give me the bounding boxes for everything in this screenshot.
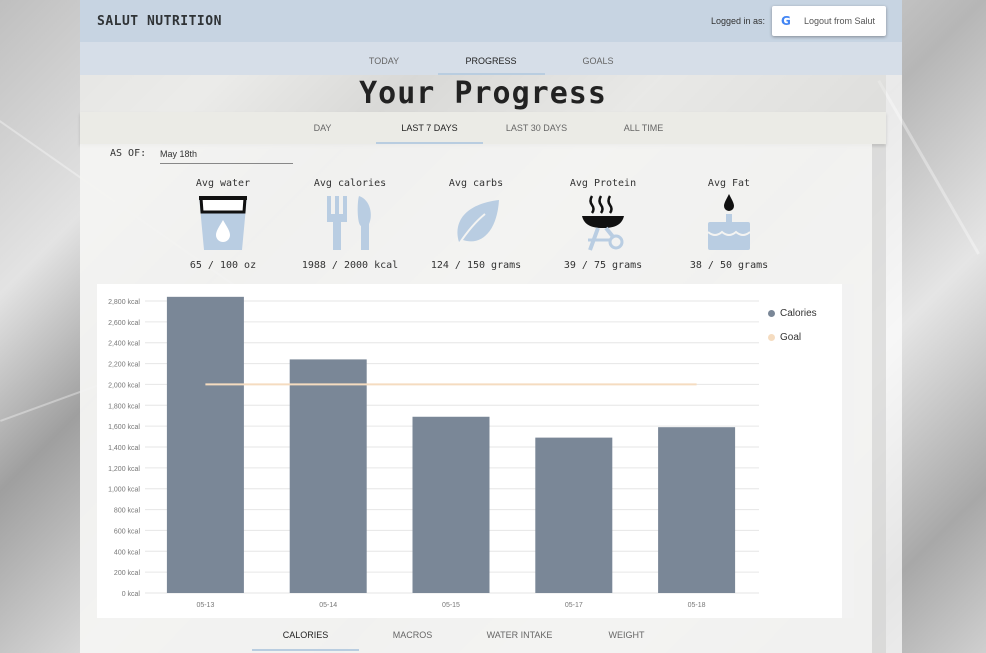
bar-05-17 bbox=[535, 437, 613, 593]
tab-weight[interactable]: WEIGHT bbox=[573, 622, 680, 653]
x-tick-label: 05-13 bbox=[196, 602, 214, 609]
bar-05-14 bbox=[289, 359, 367, 593]
chart-legend: Calories Goal bbox=[768, 308, 817, 356]
y-tick-label: 2,400 kcal bbox=[108, 341, 140, 348]
stat-value: 39 / 75 grams bbox=[563, 260, 643, 271]
tab-macros[interactable]: MACROS bbox=[359, 622, 466, 653]
bar-05-15 bbox=[412, 416, 490, 593]
stat-value: 65 / 100 oz bbox=[189, 260, 257, 271]
y-tick-label: 1,400 kcal bbox=[108, 445, 140, 452]
stat-calories: Avg calories 1988 / 2000 kcal bbox=[295, 178, 405, 271]
leaf-icon bbox=[421, 193, 531, 253]
logout-label: Logout from Salut bbox=[804, 16, 876, 26]
y-tick-label: 1,800 kcal bbox=[108, 403, 140, 410]
range-day[interactable]: DAY bbox=[269, 112, 376, 144]
as-of-date-input[interactable]: May 18th bbox=[160, 147, 293, 164]
main-nav: TODAY PROGRESS GOALS bbox=[80, 42, 902, 75]
tab-today[interactable]: TODAY bbox=[331, 42, 438, 75]
stat-water: Avg water 65 / 100 oz bbox=[168, 178, 278, 271]
y-tick-label: 2,800 kcal bbox=[108, 299, 140, 306]
cake-icon bbox=[674, 193, 784, 253]
stat-label: Avg Fat bbox=[707, 178, 751, 189]
panel-gap bbox=[872, 145, 886, 653]
y-tick-label: 2,200 kcal bbox=[108, 362, 140, 369]
y-tick-label: 800 kcal bbox=[114, 508, 141, 515]
stat-label: Avg water bbox=[195, 178, 251, 189]
tab-calories[interactable]: CALORIES bbox=[252, 622, 359, 653]
stat-fat: Avg Fat 38 / 50 grams bbox=[674, 178, 784, 271]
y-tick-label: 1,000 kcal bbox=[108, 487, 140, 494]
page-title: Your Progress bbox=[359, 76, 607, 111]
y-tick-label: 2,600 kcal bbox=[108, 320, 140, 327]
stat-value: 38 / 50 grams bbox=[689, 260, 769, 271]
panel-edge bbox=[886, 75, 902, 653]
calories-chart: 0 kcal 200 kcal 400 kcal 600 kcal 800 kcal 1,… bbox=[97, 284, 842, 618]
as-of-label: AS OF: bbox=[110, 148, 147, 159]
tab-progress[interactable]: PROGRESS bbox=[437, 42, 545, 75]
legend-label: Goal bbox=[780, 332, 802, 343]
stat-carbs: Avg carbs 124 / 150 grams bbox=[421, 178, 531, 271]
legend-item-goal[interactable]: Goal bbox=[768, 332, 817, 343]
chart-svg: 0 kcal 200 kcal 400 kcal 600 kcal 800 kcal 1,… bbox=[108, 296, 759, 609]
google-icon: G bbox=[781, 14, 791, 28]
logged-in-label: Logged in as: bbox=[710, 16, 765, 26]
y-tick-label: 0 kcal bbox=[122, 591, 141, 598]
water-glass-icon bbox=[168, 193, 278, 253]
logout-button[interactable]: G Logout from Salut bbox=[772, 6, 886, 36]
x-tick-label: 05-14 bbox=[319, 602, 337, 609]
chart-scroll-gutter bbox=[842, 284, 854, 618]
grill-icon bbox=[548, 193, 658, 253]
chart-tabs: CALORIES MACROS WATER INTAKE WEIGHT bbox=[80, 622, 872, 653]
y-tick-label: 1,200 kcal bbox=[108, 466, 140, 473]
x-tick-label: 05-18 bbox=[688, 602, 706, 609]
legend-dot bbox=[768, 310, 775, 317]
range-last-7-days[interactable]: LAST 7 DAYS bbox=[376, 112, 483, 144]
stat-label: Avg calories bbox=[313, 178, 387, 189]
y-tick-label: 600 kcal bbox=[114, 528, 141, 535]
x-tick-label: 05-15 bbox=[442, 602, 460, 609]
stat-protein: Avg Protein 39 / 75 grams bbox=[548, 178, 658, 271]
fork-knife-icon bbox=[295, 193, 405, 253]
bar-05-13 bbox=[166, 296, 244, 593]
tab-goals[interactable]: GOALS bbox=[545, 42, 652, 75]
y-tick-label: 2,000 kcal bbox=[108, 382, 140, 389]
range-all-time[interactable]: ALL TIME bbox=[590, 112, 697, 144]
bar-05-18 bbox=[658, 427, 736, 593]
stat-value: 1988 / 2000 kcal bbox=[301, 260, 399, 271]
y-tick-label: 1,600 kcal bbox=[108, 424, 140, 431]
brand-logo[interactable]: SALUT NUTRITION bbox=[97, 14, 222, 29]
top-bar: SALUT NUTRITION Logged in as: G Logout f… bbox=[80, 0, 902, 42]
range-last-30-days[interactable]: LAST 30 DAYS bbox=[483, 112, 590, 144]
legend-item-calories[interactable]: Calories bbox=[768, 308, 817, 319]
legend-label: Calories bbox=[780, 308, 817, 319]
x-tick-label: 05-17 bbox=[565, 602, 583, 609]
stat-label: Avg carbs bbox=[448, 178, 504, 189]
y-tick-label: 200 kcal bbox=[114, 570, 141, 577]
legend-dot bbox=[768, 334, 775, 341]
stat-label: Avg Protein bbox=[569, 178, 637, 189]
y-tick-label: 400 kcal bbox=[114, 549, 141, 556]
tab-water-intake[interactable]: WATER INTAKE bbox=[466, 622, 573, 653]
stat-value: 124 / 150 grams bbox=[430, 260, 522, 271]
range-tabs: DAY LAST 7 DAYS LAST 30 DAYS ALL TIME bbox=[80, 112, 886, 144]
